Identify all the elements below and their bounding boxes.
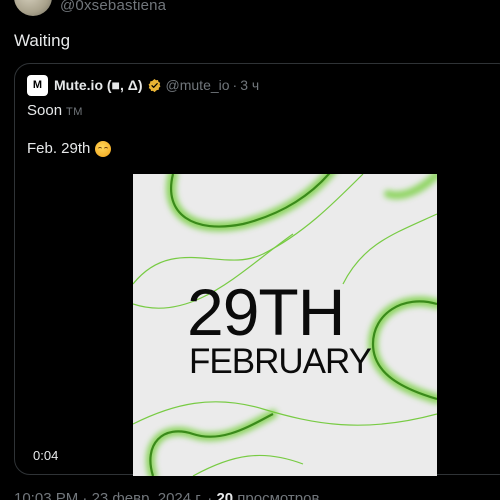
quoted-avatar-letter: M <box>32 79 43 91</box>
verified-badge-icon <box>148 78 160 92</box>
video-media[interactable]: 29TH FEBRUARY <box>133 174 437 476</box>
quoted-tweet-time[interactable]: 3 ч <box>240 77 259 93</box>
tweet-text: Waiting <box>14 31 71 50</box>
views-count: 20 <box>216 490 234 500</box>
author-handle[interactable]: @0xsebastiena <box>60 0 166 15</box>
quoted-text-line-2: Feb. 29th <box>27 139 112 159</box>
quoted-text-line-1: Soon TM <box>27 101 83 122</box>
media-date-text: 29TH <box>187 275 345 349</box>
trademark-mark: TM <box>66 106 83 118</box>
quoted-text-soon: Soon <box>27 102 63 119</box>
tweet-timestamp-date[interactable]: 23 февр. 2024 г. <box>92 490 204 500</box>
quoted-tweet-card[interactable]: M Mute.io (■, Δ) @mute_io · 3 ч Soon TM F… <box>14 63 500 476</box>
quoted-tweet-header: M Mute.io (■, Δ) @mute_io · 3 ч <box>27 74 259 96</box>
views-label: просмотров <box>237 490 320 500</box>
separator-dot: · <box>232 77 238 93</box>
tweet-footer-meta: 10:03 PM · 23 февр. 2024 г. · 20 просмот… <box>14 490 319 500</box>
separator-dot: · <box>82 490 88 500</box>
media-month-text: FEBRUARY <box>189 342 372 381</box>
author-avatar[interactable] <box>14 0 52 16</box>
quoted-author-name[interactable]: Mute.io (■, Δ) <box>54 77 143 93</box>
separator-dot: · <box>207 490 213 500</box>
quoted-author-handle[interactable]: @mute_io <box>166 77 230 93</box>
tweet-page: @0xsebastiena Waiting M Mute.io (■, Δ) @… <box>0 0 500 500</box>
quoted-author-avatar[interactable]: M <box>27 74 48 96</box>
video-duration: 0:04 <box>33 448 59 463</box>
shushing-face-icon <box>95 141 112 157</box>
tweet-timestamp-time[interactable]: 10:03 PM <box>14 490 78 500</box>
quoted-text-date: Feb. 29th <box>27 140 91 157</box>
